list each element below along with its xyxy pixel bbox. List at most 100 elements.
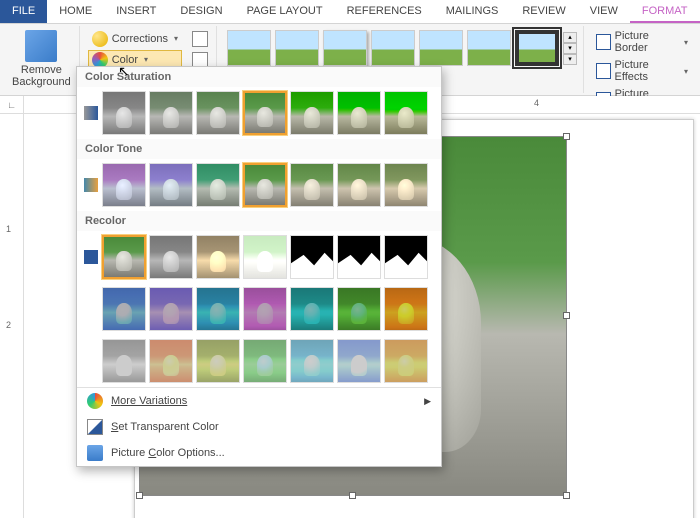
ribbon-tabs: FILE HOME INSERT DESIGN PAGE LAYOUT REFE… (0, 0, 700, 24)
resize-handle-r[interactable] (563, 312, 570, 319)
tone-row (77, 159, 441, 211)
chevron-down-icon: ▾ (684, 67, 688, 76)
ruler-tick: 1 (6, 224, 11, 234)
thumb-temp-4700[interactable] (102, 163, 146, 207)
remove-background-button[interactable]: RemoveBackground (8, 28, 75, 90)
style-thumb-7[interactable] (515, 30, 559, 66)
tab-review[interactable]: REVIEW (510, 0, 577, 23)
recolor-preset-icon (83, 249, 99, 265)
gallery-more[interactable]: ▾ (563, 54, 577, 65)
thumb-saturation-200[interactable] (290, 91, 334, 135)
resize-handle-b[interactable] (349, 492, 356, 499)
thumb-saturation-0[interactable] (102, 91, 146, 135)
more-variations-label: More Variations (111, 395, 187, 407)
set-transparent-item[interactable]: Set Transparent Color (77, 414, 441, 440)
thumb-saturation-100[interactable] (243, 91, 287, 135)
thumb-black-white-75[interactable] (384, 235, 428, 279)
thumb-temp-8800[interactable] (337, 163, 381, 207)
picture-styles-gallery: ▴ ▾ ▾ (225, 28, 579, 68)
thumb-cyan-dark[interactable] (196, 287, 240, 331)
chevron-down-icon: ▾ (144, 55, 148, 64)
color-label: Color (112, 54, 138, 66)
more-variations-item[interactable]: More Variations ▶ (77, 388, 441, 414)
thumb-temp-5900[interactable] (196, 163, 240, 207)
thumb-no-recolor[interactable] (102, 235, 146, 279)
style-thumb-5[interactable] (419, 30, 463, 66)
thumb-orange-light[interactable] (384, 339, 428, 383)
gallery-up[interactable]: ▴ (563, 32, 577, 43)
tab-view[interactable]: VIEW (578, 0, 630, 23)
style-thumb-2[interactable] (275, 30, 319, 66)
thumb-black-white-25[interactable] (290, 235, 334, 279)
recolor-row-1 (77, 283, 441, 335)
color-dropdown: Color Saturation Color Tone Recolor More… (76, 66, 442, 467)
vertical-ruler: 12 (0, 114, 24, 518)
picture-effects-button[interactable]: Picture Effects ▾ (592, 57, 692, 85)
picture-border-button[interactable]: Picture Border▾ (592, 28, 692, 56)
thumb-gray-light[interactable] (102, 339, 146, 383)
thumb-temp-11200[interactable] (384, 163, 428, 207)
tone-preset-icon (83, 177, 99, 193)
resize-handle-bl[interactable] (136, 492, 143, 499)
thumb-saturation-33[interactable] (149, 91, 193, 135)
thumb-grayscale[interactable] (149, 235, 193, 279)
ruler-corner: ∟ (0, 96, 24, 113)
picture-color-options-item[interactable]: Picture Color Options... (77, 440, 441, 466)
thumb-olive-light[interactable] (196, 339, 240, 383)
tab-mailings[interactable]: MAILINGS (434, 0, 511, 23)
thumb-cyan-light[interactable] (290, 339, 334, 383)
thumb-indigo-dark[interactable] (149, 287, 193, 331)
tone-title: Color Tone (77, 139, 441, 159)
thumb-teal-dark[interactable] (290, 287, 334, 331)
thumb-saturation-66[interactable] (196, 91, 240, 135)
compress-icon (192, 31, 208, 47)
recolor-row-0 (77, 231, 441, 283)
saturation-title: Color Saturation (77, 67, 441, 87)
picture-border-icon (596, 34, 611, 50)
recolor-row-2 (77, 335, 441, 387)
gallery-down[interactable]: ▾ (563, 43, 577, 54)
set-transparent-label: Set Transparent Color (111, 421, 219, 433)
recolor-preset-icon (83, 353, 99, 369)
resize-handle-br[interactable] (563, 492, 570, 499)
chevron-down-icon: ▾ (684, 38, 688, 47)
picture-color-options-label: Picture Color Options... (111, 447, 225, 459)
picture-color-options-icon (87, 445, 103, 461)
tab-design[interactable]: DESIGN (168, 0, 234, 23)
thumb-purple-dark[interactable] (243, 287, 287, 331)
thumb-green-light[interactable] (243, 339, 287, 383)
thumb-saturation-300[interactable] (337, 91, 381, 135)
more-variations-icon (87, 393, 103, 409)
tab-page-layout[interactable]: PAGE LAYOUT (235, 0, 335, 23)
thumb-washout[interactable] (243, 235, 287, 279)
style-thumb-4[interactable] (371, 30, 415, 66)
tab-references[interactable]: REFERENCES (335, 0, 434, 23)
style-thumb-1[interactable] (227, 30, 271, 66)
tab-insert[interactable]: INSERT (104, 0, 168, 23)
thumb-black-white-50[interactable] (337, 235, 381, 279)
thumb-orange-dark[interactable] (384, 287, 428, 331)
style-thumb-3[interactable] (323, 30, 367, 66)
thumb-green-dark[interactable] (337, 287, 381, 331)
tab-file[interactable]: FILE (0, 0, 47, 23)
thumb-sepia[interactable] (196, 235, 240, 279)
thumb-temp-7200[interactable] (290, 163, 334, 207)
thumb-saturation-400[interactable] (384, 91, 428, 135)
corrections-button[interactable]: Corrections▾ (88, 29, 182, 49)
saturation-row (77, 87, 441, 139)
picture-effects-label: Picture Effects (615, 59, 678, 83)
thumb-temp-5300[interactable] (149, 163, 193, 207)
resize-handle-tr[interactable] (563, 133, 570, 140)
thumb-blue-light[interactable] (337, 339, 381, 383)
thumb-red-light[interactable] (149, 339, 193, 383)
recolor-title: Recolor (77, 211, 441, 231)
remove-background-label: RemoveBackground (12, 64, 71, 88)
corrections-icon (92, 31, 108, 47)
tab-home[interactable]: HOME (47, 0, 104, 23)
style-thumb-6[interactable] (467, 30, 511, 66)
compress-pictures-button[interactable] (188, 29, 212, 49)
remove-background-icon (25, 30, 57, 62)
tab-format[interactable]: FORMAT (630, 0, 700, 23)
thumb-temp-6500[interactable] (243, 163, 287, 207)
thumb-blue-dark[interactable] (102, 287, 146, 331)
